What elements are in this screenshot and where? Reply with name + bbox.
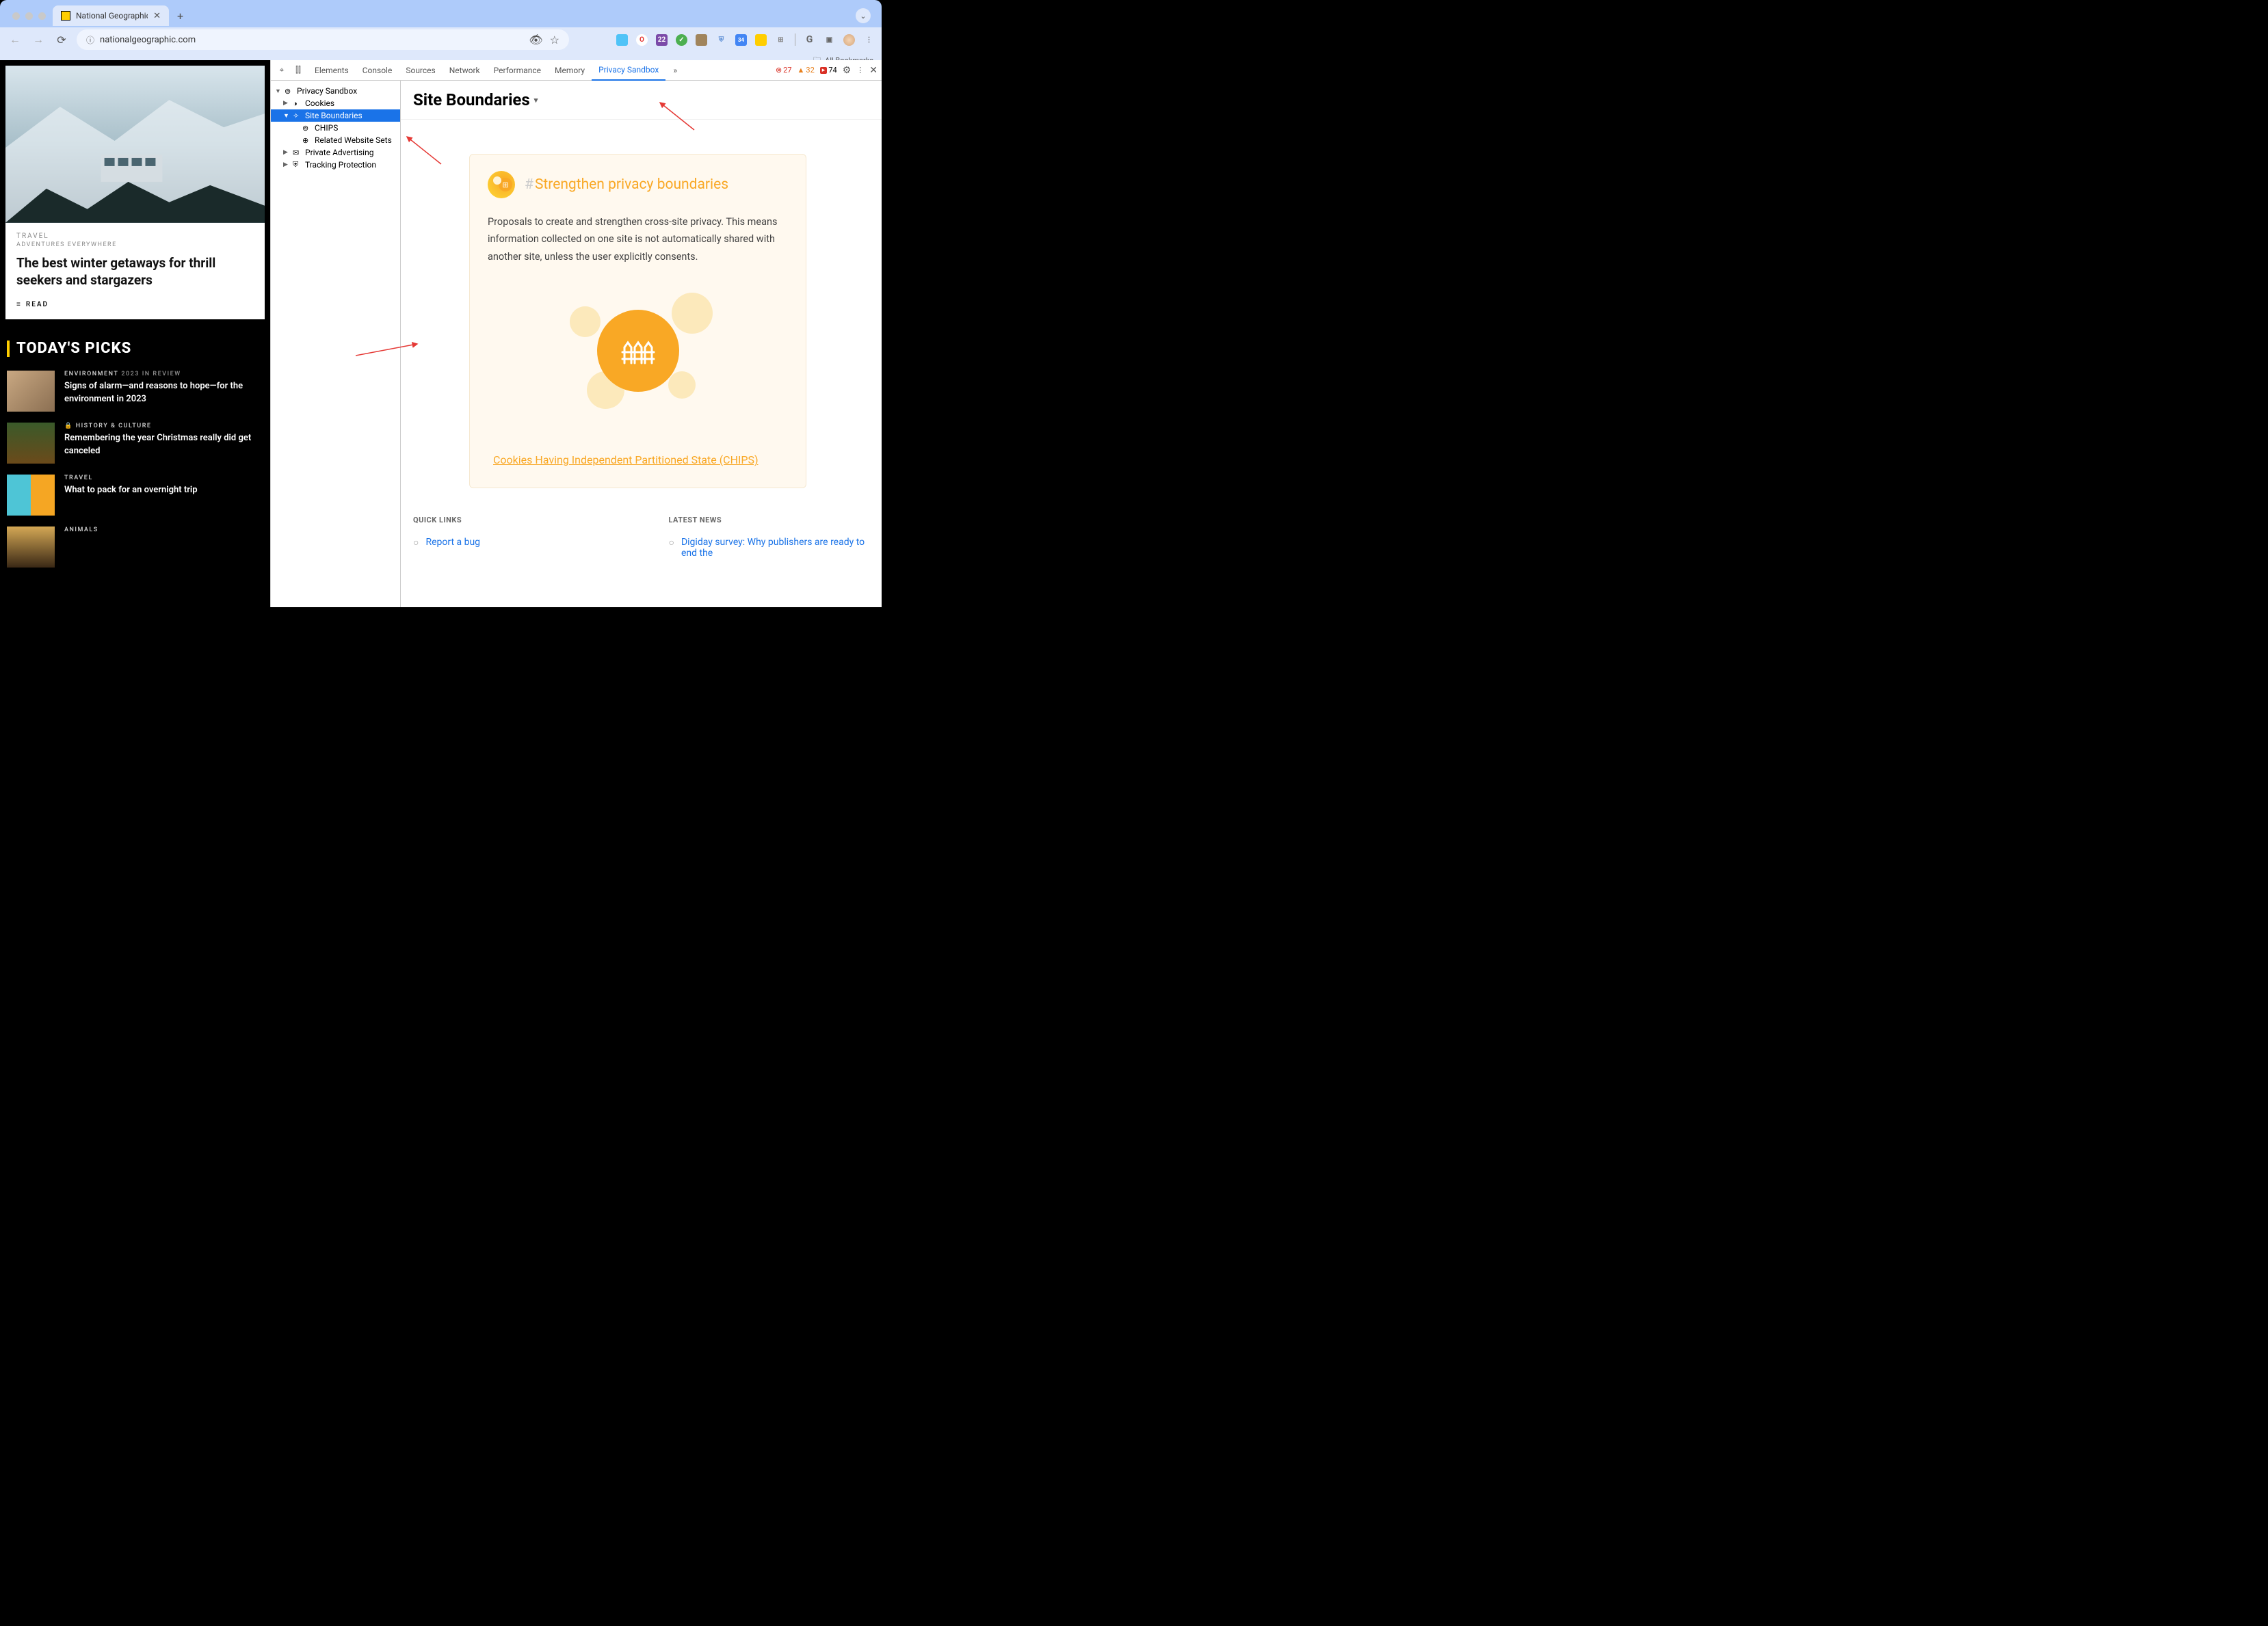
picks-heading: TODAY'S PICKS: [16, 340, 131, 357]
menu-icon[interactable]: ⋮: [863, 34, 875, 46]
close-tab-icon[interactable]: ✕: [153, 11, 161, 21]
tree-site-boundaries[interactable]: ▼✧Site Boundaries: [271, 109, 400, 122]
tab-overflow-button[interactable]: ⌄: [856, 8, 871, 23]
devtools-tab-performance[interactable]: Performance: [487, 60, 548, 81]
devtools-panel: ⌖ ⫿⫿ ElementsConsoleSourcesNetworkPerfor…: [270, 60, 882, 607]
shield-icon[interactable]: ⛨: [715, 34, 727, 46]
news-link-item[interactable]: ○ Digiday survey: Why publishers are rea…: [669, 537, 870, 559]
bullet-icon: ○: [669, 537, 674, 559]
chips-link[interactable]: Cookies Having Independent Partitioned S…: [493, 450, 759, 470]
bookmark-star-icon[interactable]: ☆: [550, 34, 559, 46]
minimize-window-icon[interactable]: [25, 12, 33, 20]
extension-badge-icon[interactable]: 22: [656, 34, 668, 46]
pick-thumbnail: [7, 371, 55, 412]
eye-off-icon[interactable]: 👁⟋: [529, 34, 542, 46]
natgeo-favicon-icon: [61, 11, 70, 21]
pick-item[interactable]: ANIMALS: [5, 527, 265, 568]
site-info-icon[interactable]: ⓘ: [86, 34, 94, 46]
tree-rws[interactable]: ⊕Related Website Sets: [271, 134, 400, 146]
hero-sub-kicker: ADVENTURES EVERYWHERE: [16, 241, 254, 248]
tree-private-advertising[interactable]: ▶✉Private Advertising: [271, 146, 400, 159]
devtools-tree: ▼⊚Privacy Sandbox ▶◑Cookies ▼✧Site Bound…: [271, 81, 401, 607]
hero-card[interactable]: TRAVEL ADVENTURES EVERYWHERE The best wi…: [5, 66, 265, 319]
quick-links-heading: QUICK LINKS: [413, 516, 614, 524]
device-toggle-icon[interactable]: ⫿⫿: [291, 65, 305, 75]
pick-item[interactable]: 🔒HISTORY & CULTURE Remembering the year …: [5, 423, 265, 464]
pick-item[interactable]: ENVIRONMENT2023 IN REVIEW Signs of alarm…: [5, 371, 265, 412]
devtools-tab-console[interactable]: Console: [356, 60, 399, 81]
card-description: Proposals to create and strengthen cross…: [488, 213, 788, 265]
read-button[interactable]: ≡ READ: [16, 301, 254, 308]
tree-cookies[interactable]: ▶◑Cookies: [271, 97, 400, 109]
extension-icon[interactable]: [616, 34, 628, 46]
close-devtools-icon[interactable]: ✕: [869, 65, 878, 76]
devtools-tab-network[interactable]: Network: [443, 60, 487, 81]
inspect-icon[interactable]: ⌖: [275, 65, 289, 75]
check-icon[interactable]: ✓: [676, 34, 687, 46]
forward-button[interactable]: →: [30, 31, 47, 48]
sidepanel-icon[interactable]: ▣: [823, 34, 835, 46]
fence-icon: [621, 337, 655, 364]
lock-icon: 🔒: [64, 423, 73, 429]
pick-thumbnail: [7, 475, 55, 516]
info-count[interactable]: ▸74: [820, 66, 837, 75]
card-badge-icon: ⊞: [488, 171, 515, 198]
illustration: [488, 293, 788, 416]
pick-headline: Signs of alarm—and reasons to hope—for t…: [64, 380, 263, 405]
extension-icon[interactable]: [755, 34, 767, 46]
kebab-menu-icon[interactable]: ⋮: [856, 66, 864, 75]
pick-item[interactable]: TRAVEL What to pack for an overnight tri…: [5, 475, 265, 516]
errors-count[interactable]: ⊗27: [776, 66, 792, 75]
pick-headline: Remembering the year Christmas really di…: [64, 432, 263, 457]
pick-thumbnail: [7, 423, 55, 464]
extension-icon[interactable]: [696, 34, 707, 46]
pick-category: ANIMALS: [64, 527, 98, 533]
cal-badge-count: 34: [738, 37, 744, 43]
hero-title: The best winter getaways for thrill seek…: [16, 255, 254, 289]
browser-tab[interactable]: National Geographic ✕: [53, 5, 169, 26]
pick-headline: What to pack for an overnight trip: [64, 484, 198, 496]
google-icon[interactable]: G: [804, 34, 815, 46]
pick-thumbnail: [7, 527, 55, 568]
quick-link-item[interactable]: ○ Report a bug: [413, 537, 614, 548]
list-icon: ≡: [16, 301, 22, 308]
tree-root[interactable]: ▼⊚Privacy Sandbox: [271, 85, 400, 97]
info-card: ⊞ #Strengthen privacy boundaries Proposa…: [469, 154, 806, 488]
latest-news-heading: LATEST NEWS: [669, 516, 870, 524]
window-controls[interactable]: [12, 12, 46, 20]
warnings-count[interactable]: ▲32: [797, 66, 815, 75]
opera-icon[interactable]: O: [636, 34, 648, 46]
tree-tracking-protection[interactable]: ▶⛨Tracking Protection: [271, 159, 400, 171]
extensions-puzzle-icon[interactable]: ⊞: [775, 34, 787, 46]
profile-avatar-icon[interactable]: [843, 34, 855, 46]
more-tabs-icon[interactable]: »: [668, 66, 682, 75]
card-title: #Strengthen privacy boundaries: [525, 176, 728, 193]
devtools-tab-memory[interactable]: Memory: [548, 60, 592, 81]
settings-gear-icon[interactable]: ⚙: [843, 65, 852, 76]
maximize-window-icon[interactable]: [38, 12, 46, 20]
pick-category: 🔒HISTORY & CULTURE: [64, 423, 263, 429]
ext-badge-count: 22: [658, 36, 665, 44]
panel-title[interactable]: Site Boundaries: [401, 81, 882, 120]
accent-bar: [7, 341, 10, 357]
bullet-icon: ○: [413, 537, 419, 548]
close-window-icon[interactable]: [12, 12, 20, 20]
devtools-tab-sources[interactable]: Sources: [399, 60, 442, 81]
hero-kicker: TRAVEL: [16, 232, 254, 240]
devtools-tab-elements[interactable]: Elements: [308, 60, 356, 81]
hero-image: [5, 66, 265, 223]
calendar-icon[interactable]: 34: [735, 34, 747, 46]
back-button[interactable]: ←: [7, 31, 23, 48]
url-text: nationalgeographic.com: [100, 35, 523, 45]
tab-title: National Geographic: [76, 11, 148, 21]
page-viewport[interactable]: TRAVEL ADVENTURES EVERYWHERE The best wi…: [0, 60, 270, 607]
pick-category: TRAVEL: [64, 475, 198, 481]
address-bar[interactable]: ⓘ nationalgeographic.com 👁⟋ ☆: [77, 29, 569, 50]
tree-chips[interactable]: ⊚CHIPS: [271, 122, 400, 134]
new-tab-button[interactable]: +: [177, 10, 183, 23]
read-label: READ: [26, 301, 49, 308]
devtools-tab-privacy-sandbox[interactable]: Privacy Sandbox: [592, 60, 665, 81]
reload-button[interactable]: ⟳: [53, 31, 70, 48]
pick-category: ENVIRONMENT2023 IN REVIEW: [64, 371, 263, 377]
